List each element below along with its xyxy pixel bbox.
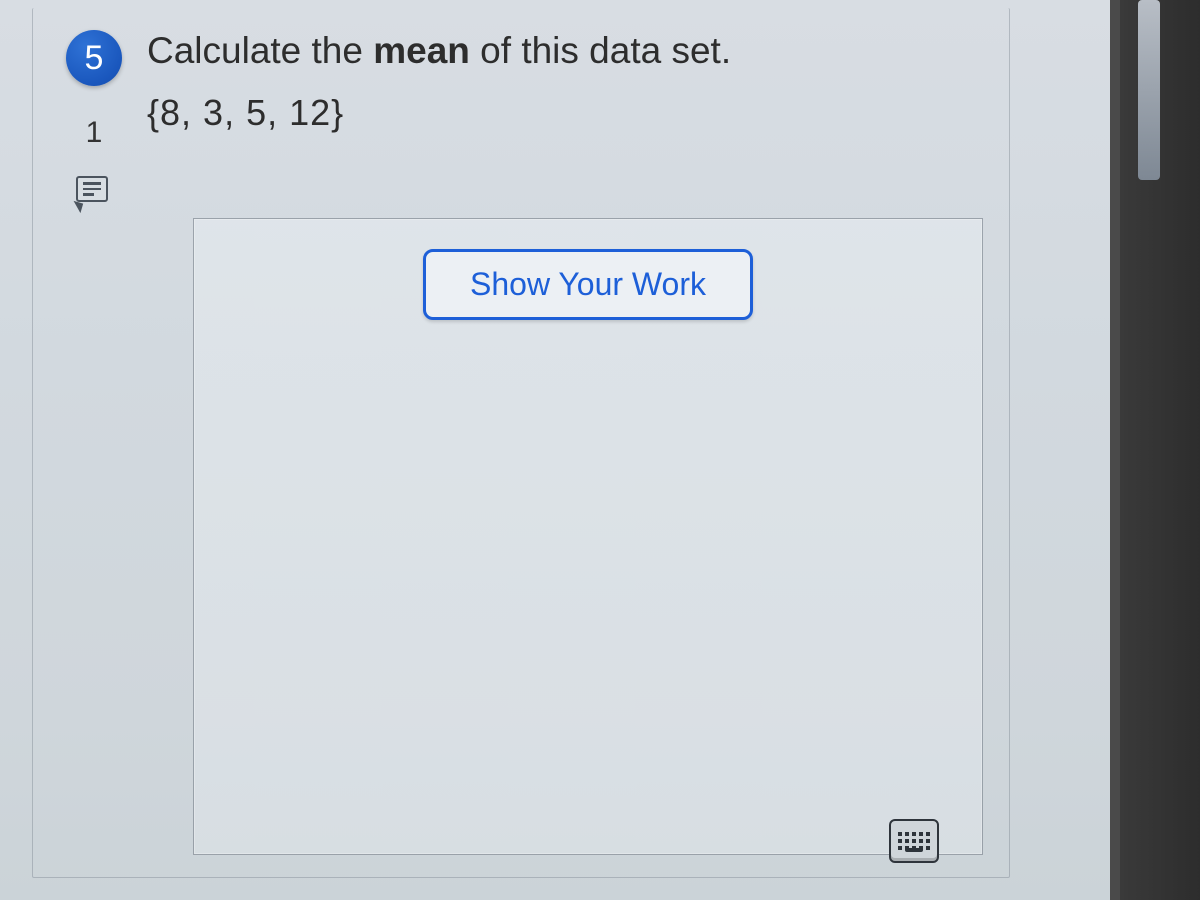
question-text-column: Calculate the mean of this data set. {8,… — [139, 26, 979, 134]
question-prompt: Calculate the mean of this data set. — [147, 26, 979, 76]
question-number-badge: 5 — [66, 30, 122, 86]
device-bezel — [1120, 0, 1200, 900]
show-your-work-button[interactable]: Show Your Work — [423, 249, 753, 320]
question-points: 1 — [86, 116, 103, 150]
question-meta-column: 5 1 — [49, 26, 139, 206]
prompt-pre: Calculate the — [147, 30, 373, 71]
prompt-emphasis: mean — [373, 30, 470, 71]
app-surface: 5 1 Calculate the mean of this data set.… — [0, 0, 1120, 900]
show-your-work-label: Show Your Work — [470, 266, 706, 302]
question-card: 5 1 Calculate the mean of this data set.… — [32, 8, 1010, 878]
question-header: 5 1 Calculate the mean of this data set.… — [33, 8, 1009, 206]
question-dataset: {8, 3, 5, 12} — [147, 92, 979, 134]
scrollbar-thumb[interactable] — [1138, 0, 1160, 180]
comment-icon[interactable] — [76, 176, 112, 206]
question-number: 5 — [85, 39, 104, 78]
keyboard-button[interactable] — [889, 819, 939, 863]
work-area[interactable]: Show Your Work — [193, 218, 983, 855]
prompt-post: of this data set. — [470, 30, 731, 71]
